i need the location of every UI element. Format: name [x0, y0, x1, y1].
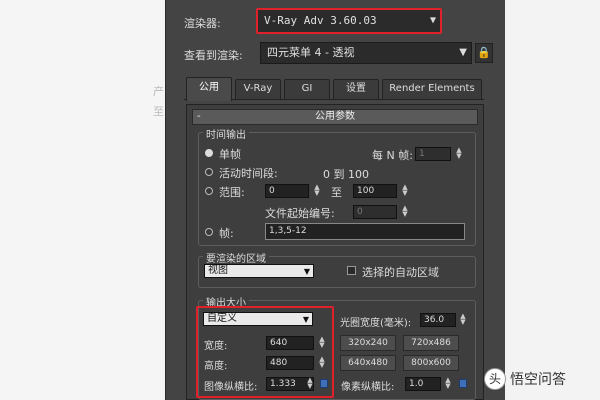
preset-320x240-button[interactable]: 320x240	[340, 335, 396, 351]
spinner-arrows-icon[interactable]: ▲ ▼	[401, 205, 409, 219]
spinner-arrows-icon[interactable]: ▲ ▼	[455, 147, 463, 161]
preset-720x486-button[interactable]: 720x486	[403, 335, 459, 351]
chevron-down-icon: ▼	[303, 267, 310, 276]
lock-aspect-icon[interactable]	[320, 379, 328, 388]
renderer-value: V-Ray Adv 3.60.03	[264, 14, 377, 27]
preset-800x600-button[interactable]: 800x600	[403, 355, 459, 371]
range-radio[interactable]	[205, 187, 213, 195]
spinner-arrows-icon[interactable]: ▲ ▼	[401, 184, 409, 198]
background-left: 产 至	[0, 0, 165, 400]
range-to-input[interactable]: 100	[353, 184, 397, 198]
lock-icon: 🔒	[477, 46, 491, 59]
file-start-number-input[interactable]: 0	[353, 205, 397, 219]
view-to-render-value: 四元菜单 4 - 透视	[267, 46, 355, 59]
spinner-arrows-icon[interactable]: ▲ ▼	[459, 313, 467, 327]
every-n-frames-label: 每 N 帧:	[372, 149, 413, 162]
width-input[interactable]: 640	[266, 336, 314, 350]
chevron-down-icon: ▼	[302, 315, 309, 324]
height-label: 高度:	[204, 361, 228, 372]
height-input[interactable]: 480	[266, 356, 314, 370]
area-to-render-title: 要渲染的区域	[203, 250, 269, 265]
spinner-arrows-icon[interactable]: ▲ ▼	[444, 377, 452, 391]
chevron-down-icon: ▼	[429, 15, 436, 26]
watermark-text: 悟空问答	[510, 372, 566, 388]
output-preset-value: 自定义	[207, 313, 237, 324]
range-label: 范围:	[219, 186, 245, 199]
pixel-aspect-label: 像素纵横比:	[341, 382, 395, 393]
spinner-arrows-icon[interactable]: ▲ ▼	[313, 184, 321, 198]
area-value: 视图	[208, 265, 228, 276]
view-to-render-dropdown[interactable]: 四元菜单 4 - 透视 ▼	[260, 42, 472, 64]
frames-label: 帧:	[219, 227, 234, 240]
background-glyph: 至	[153, 105, 164, 118]
background-glyph: 产	[153, 85, 164, 98]
spinner-arrows-icon[interactable]: ▲ ▼	[318, 336, 326, 350]
every-n-frames-input[interactable]: 1	[415, 147, 451, 161]
width-label: 宽度:	[204, 341, 228, 352]
lock-button[interactable]: 🔒	[475, 43, 493, 63]
watermark-logo-icon: 头	[484, 368, 506, 390]
area-dropdown[interactable]: 视图 ▼	[204, 264, 314, 278]
file-start-number-label: 文件起始编号:	[265, 207, 335, 220]
view-to-render-label: 查看到渲染:	[184, 49, 243, 62]
tab-gi[interactable]: GI	[284, 79, 330, 99]
rollout-title: 公用参数	[315, 111, 355, 122]
chevron-down-icon: ▼	[459, 47, 467, 58]
tab-settings[interactable]: 设置	[333, 79, 379, 99]
aperture-width-input[interactable]: 36.0	[420, 313, 456, 327]
single-frame-label: 单帧	[219, 148, 241, 161]
active-segment-radio[interactable]	[205, 168, 213, 176]
image-aspect-label: 图像纵横比:	[204, 382, 258, 393]
rollout-title-bar[interactable]: - 公用参数	[192, 109, 478, 125]
tab-vray[interactable]: V-Ray	[235, 79, 281, 99]
active-segment-range: 0 到 100	[323, 168, 369, 181]
tab-render-elements[interactable]: Render Elements	[382, 79, 482, 99]
aperture-width-label: 光圈宽度(毫米):	[340, 318, 412, 329]
collapse-icon: -	[197, 111, 201, 122]
single-frame-radio[interactable]	[205, 149, 213, 157]
background-right	[505, 0, 600, 400]
frames-input[interactable]: 1,3,5-12	[265, 223, 465, 240]
tab-common[interactable]: 公用	[186, 77, 232, 101]
spinner-arrows-icon[interactable]: ▲ ▼	[318, 356, 326, 370]
pixel-aspect-input[interactable]: 1.0	[405, 377, 441, 391]
lock-aspect-icon[interactable]	[459, 379, 467, 388]
spinner-arrows-icon[interactable]: ▲ ▼	[306, 377, 314, 391]
range-to-label: 至	[331, 186, 342, 199]
time-output-title: 时间输出	[203, 126, 249, 141]
preset-640x480-button[interactable]: 640x480	[340, 355, 396, 371]
output-preset-dropdown[interactable]: 自定义 ▼	[203, 312, 313, 326]
range-from-input[interactable]: 0	[265, 184, 309, 198]
active-segment-label: 活动时间段:	[219, 167, 278, 180]
frames-radio[interactable]	[205, 228, 213, 236]
renderer-label: 渲染器:	[184, 17, 221, 30]
auto-region-checkbox[interactable]	[347, 266, 356, 275]
renderer-dropdown[interactable]: V-Ray Adv 3.60.03 ▼	[256, 8, 442, 34]
auto-region-label: 选择的自动区域	[362, 266, 439, 279]
